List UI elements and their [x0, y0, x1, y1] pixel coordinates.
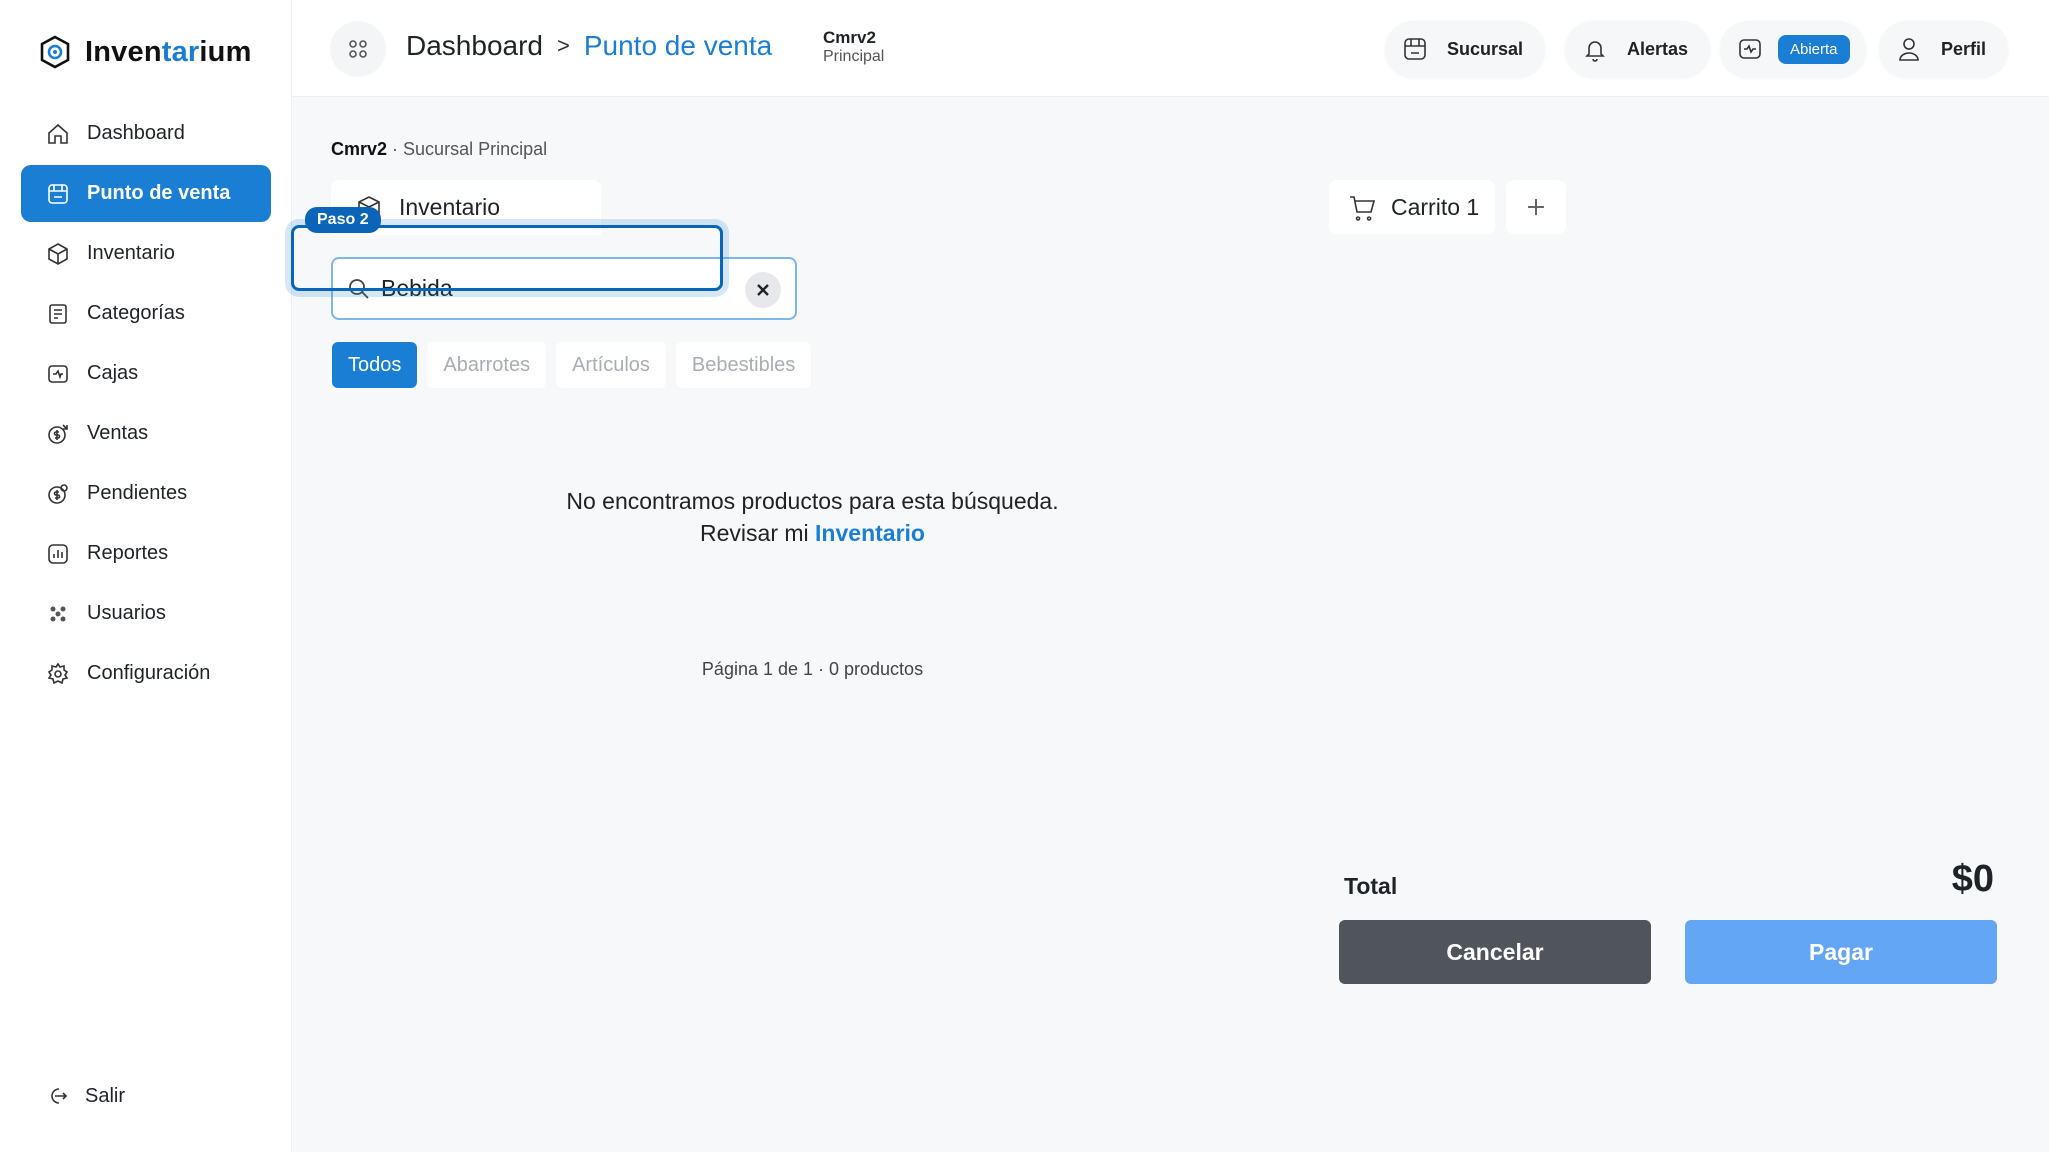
clear-search-button[interactable] — [745, 272, 781, 308]
sidebar-item-inventario[interactable]: Inventario — [21, 225, 271, 282]
store-icon — [1404, 38, 1426, 60]
sidebar-item-cajas[interactable]: Cajas — [21, 345, 271, 402]
plus-icon — [1528, 199, 1544, 215]
breadcrumb: Dashboard > Punto de venta — [406, 30, 772, 62]
sidebar-item-label: Categorías — [87, 302, 185, 324]
perfil-label: Perfil — [1941, 38, 1987, 59]
filter-articulos[interactable]: Artículos — [556, 342, 666, 388]
sidebar: Inventarium Dashboard Punto de venta Inv… — [0, 0, 292, 1152]
logout-label: Salir — [85, 1084, 126, 1107]
bell-icon — [1585, 41, 1605, 62]
dollar-icon — [45, 421, 71, 447]
sidebar-item-punto-de-venta[interactable]: Punto de venta — [21, 165, 271, 222]
subtitle-company: Cmrv2 — [331, 139, 388, 159]
logout-icon — [51, 1088, 68, 1104]
tag-icon — [45, 301, 71, 327]
sucursal-button[interactable]: Sucursal — [1385, 21, 1546, 77]
pay-button[interactable]: Pagar — [1685, 920, 1997, 984]
pagination-info: Página 1 de 1 · 0 productos — [701, 659, 924, 679]
apps-grid-button[interactable] — [330, 21, 386, 77]
filter-todos[interactable]: Todos — [332, 342, 418, 388]
breadcrumb-separator: > — [556, 33, 570, 58]
sidebar-nav: Dashboard Punto de venta Inventario Cate… — [21, 105, 271, 705]
empty-hint-prefix: Revisar mi — [700, 520, 809, 546]
filter-bebestibles[interactable]: Bebestibles — [675, 342, 812, 388]
users-icon — [45, 601, 71, 627]
logo-text: Inventarium — [85, 35, 252, 68]
logo[interactable]: Inventarium — [37, 34, 252, 70]
branch-company: Cmrv2 — [823, 28, 876, 47]
page-subtitle: Cmrv2 · Sucursal Principal — [331, 139, 547, 160]
alertas-label: Alertas — [1627, 38, 1689, 59]
sidebar-item-reportes[interactable]: Reportes — [21, 525, 271, 582]
search-input[interactable] — [381, 275, 741, 302]
chart-icon — [45, 541, 71, 567]
home-icon — [45, 121, 71, 147]
category-filters: Todos Abarrotes Artículos Bebestibles — [332, 342, 812, 388]
user-icon — [1899, 38, 1919, 61]
total-label: Total — [1344, 873, 1398, 899]
sidebar-item-categorias[interactable]: Categorías — [21, 285, 271, 342]
sidebar-item-label: Ventas — [87, 422, 149, 444]
perfil-button[interactable]: Perfil — [1879, 21, 2009, 77]
caja-status-badge: Abierta — [1778, 34, 1850, 64]
total-value: $0 — [1951, 858, 1994, 900]
search-icon — [349, 278, 369, 299]
subtitle-branch: · Sucursal Principal — [392, 139, 548, 159]
cart-icon — [1350, 196, 1376, 221]
empty-message: No encontramos productos para esta búsqu… — [566, 488, 1059, 514]
sidebar-item-pendientes[interactable]: Pendientes — [21, 465, 271, 522]
store-icon — [45, 181, 71, 207]
breadcrumb-root[interactable]: Dashboard — [406, 30, 543, 62]
tutorial-step-badge: Paso 2 — [305, 207, 381, 233]
filter-abarrotes[interactable]: Abarrotes — [427, 342, 547, 388]
box-icon — [45, 241, 71, 267]
alertas-button[interactable]: Alertas — [1565, 21, 1711, 77]
sidebar-item-label: Dashboard — [87, 122, 185, 144]
sidebar-item-ventas[interactable]: Ventas — [21, 405, 271, 462]
sidebar-item-configuracion[interactable]: Configuración — [21, 645, 271, 702]
close-icon — [757, 284, 769, 296]
breadcrumb-current: Punto de venta — [583, 30, 773, 61]
cash-register-icon — [1739, 39, 1761, 59]
sidebar-item-usuarios[interactable]: Usuarios — [21, 585, 271, 642]
sidebar-item-label: Inventario — [87, 242, 175, 264]
cart-tab-1[interactable]: Carrito 1 — [1329, 180, 1495, 234]
grid-icon — [349, 40, 367, 58]
add-cart-button[interactable] — [1506, 180, 1566, 234]
cash-register-icon — [45, 361, 71, 387]
caja-status-button[interactable]: Abierta — [1720, 21, 1866, 77]
sucursal-label: Sucursal — [1447, 38, 1524, 59]
branch-info: Cmrv2 Principal — [823, 28, 884, 66]
cancel-button[interactable]: Cancelar — [1339, 920, 1651, 984]
empty-hint: Revisar mi Inventario — [332, 517, 1293, 549]
sidebar-item-label: Cajas — [87, 362, 139, 384]
inventario-link[interactable]: Inventario — [815, 520, 925, 546]
tab-label: Inventario — [399, 194, 501, 220]
logout-button[interactable]: Salir — [45, 1084, 125, 1108]
sidebar-item-dashboard[interactable]: Dashboard — [21, 105, 271, 162]
empty-state: No encontramos productos para esta búsqu… — [332, 485, 1293, 549]
search-box — [331, 257, 797, 320]
top-header: Dashboard > Punto de venta Cmrv2 Princip… — [292, 0, 2049, 97]
sidebar-item-label: Usuarios — [87, 602, 166, 624]
pending-dollar-icon — [45, 481, 71, 507]
cart-tab-label: Carrito 1 — [1391, 193, 1480, 220]
logo-icon — [40, 35, 70, 69]
sidebar-item-label: Punto de venta — [87, 182, 231, 204]
sidebar-item-label: Pendientes — [87, 482, 188, 504]
branch-name: Principal — [823, 48, 885, 65]
sidebar-item-label: Reportes — [87, 542, 169, 564]
sidebar-item-label: Configuración — [87, 662, 211, 684]
gear-icon — [45, 661, 71, 687]
